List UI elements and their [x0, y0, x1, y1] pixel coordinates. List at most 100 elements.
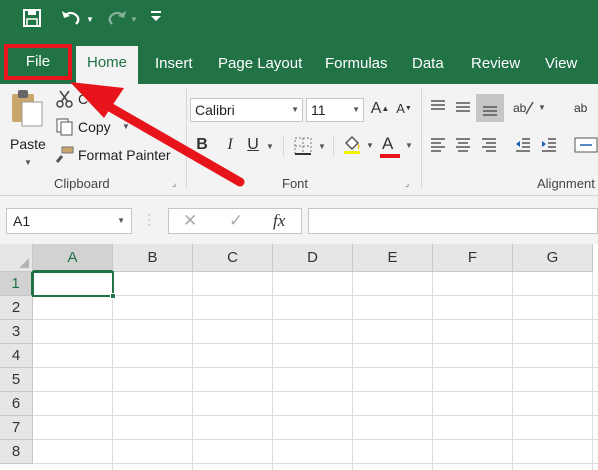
decrease-indent-icon: [516, 138, 530, 152]
align-right-button[interactable]: [480, 136, 500, 158]
active-cell[interactable]: [32, 271, 114, 297]
decrease-indent-button[interactable]: [514, 136, 534, 158]
chevron-down-icon: ▼: [24, 158, 32, 167]
bottom-align-button[interactable]: [476, 94, 504, 122]
select-all-button[interactable]: [0, 244, 33, 272]
cut-button[interactable]: C: [56, 88, 96, 112]
undo-icon[interactable]: [60, 8, 82, 32]
tab-formulas[interactable]: Formulas: [325, 52, 388, 76]
clipboard-group-label: Clipboard: [54, 176, 110, 191]
fill-handle[interactable]: [110, 293, 116, 299]
dialog-launcher-icon[interactable]: ⌟: [172, 178, 182, 188]
row-header-2[interactable]: 2: [0, 296, 33, 320]
row-header-6[interactable]: 6: [0, 392, 33, 416]
customize-qat-icon[interactable]: [150, 8, 164, 32]
align-center-icon: [456, 138, 470, 152]
tab-page-layout[interactable]: Page Layout: [218, 52, 302, 76]
tab-view[interactable]: View: [545, 52, 577, 76]
tab-review[interactable]: Review: [471, 52, 520, 76]
formula-buttons: ✕ ✓ fx: [168, 208, 302, 234]
row-header-5[interactable]: 5: [0, 368, 33, 392]
alignment-group-label: Alignment: [537, 176, 595, 191]
enter-icon[interactable]: ✓: [229, 211, 243, 231]
formula-input[interactable]: [308, 208, 598, 234]
redo-icon[interactable]: [106, 8, 128, 32]
name-box[interactable]: A1 ▼: [6, 208, 132, 234]
column-header-d[interactable]: D: [273, 244, 353, 272]
caret-up-icon: ▲: [381, 104, 390, 113]
font-group-label: Font: [282, 176, 309, 191]
paste-button[interactable]: Paste ▼: [6, 88, 50, 167]
grow-font-button[interactable]: A▲: [370, 98, 390, 122]
copy-button[interactable]: Copy ▼: [56, 116, 136, 140]
column-header-a[interactable]: A: [33, 244, 113, 272]
cell-area[interactable]: [33, 272, 598, 470]
merge-center-button[interactable]: [574, 136, 598, 158]
cancel-icon[interactable]: ✕: [183, 211, 197, 231]
grow-font-label: A: [370, 100, 382, 117]
font-color-button[interactable]: A ▼: [380, 134, 414, 158]
chevron-down-icon[interactable]: ▼: [86, 8, 96, 32]
paintbrush-icon: [56, 146, 74, 163]
column-header-e[interactable]: E: [353, 244, 433, 272]
column-header-b[interactable]: B: [113, 244, 193, 272]
bold-button[interactable]: B: [192, 134, 212, 158]
svg-text:ab: ab: [574, 101, 588, 115]
resize-grip-icon[interactable]: · · ·: [147, 208, 151, 230]
row-header-7[interactable]: 7: [0, 416, 33, 440]
dialog-launcher-icon[interactable]: ⌟: [405, 178, 415, 188]
copy-label: Copy: [78, 119, 111, 135]
italic-button[interactable]: I: [220, 134, 240, 158]
tab-file[interactable]: File: [4, 44, 72, 80]
column-header-f[interactable]: F: [433, 244, 513, 272]
borders-button[interactable]: ▼: [294, 137, 328, 157]
formula-bar: A1 ▼ · · · ✕ ✓ fx: [0, 196, 598, 244]
format-painter-button[interactable]: Format Painter: [56, 144, 180, 168]
underline-button[interactable]: U: [243, 134, 263, 158]
align-middle-icon: [456, 102, 470, 112]
chevron-down-icon: ▼: [366, 141, 374, 150]
increase-indent-button[interactable]: [540, 136, 560, 158]
increase-indent-icon: [542, 138, 556, 152]
chevron-down-icon: ▼: [318, 142, 326, 151]
scissors-icon: [56, 90, 73, 108]
ribbon-tabs: File Home Insert Page Layout Formulas Da…: [0, 40, 598, 84]
row-header-1[interactable]: 1: [0, 272, 33, 296]
group-divider: [186, 88, 187, 188]
orientation-button[interactable]: ab ▼: [512, 98, 548, 120]
save-icon[interactable]: [22, 8, 46, 32]
chevron-down-icon: ▼: [352, 105, 360, 114]
font-name-combo[interactable]: Calibri ▼: [190, 98, 303, 122]
caret-down-icon: ▼: [404, 105, 412, 112]
align-left-button[interactable]: [429, 136, 449, 158]
middle-align-button[interactable]: [454, 98, 474, 120]
chevron-down-icon[interactable]: ▼: [266, 142, 274, 151]
chevron-down-icon[interactable]: ▼: [130, 8, 140, 32]
wrap-text-button[interactable]: ab: [574, 98, 598, 120]
column-header-c[interactable]: C: [193, 244, 273, 272]
shrink-font-button[interactable]: A▼: [394, 98, 414, 122]
insert-function-button[interactable]: fx: [273, 211, 285, 231]
ribbon: Paste ▼ C Copy ▼ Format Painter Clipboar…: [0, 84, 598, 196]
paint-bucket-icon: [344, 135, 360, 154]
tab-home[interactable]: Home: [76, 46, 138, 84]
orientation-icon: ab: [513, 101, 534, 115]
tab-data[interactable]: Data: [412, 52, 444, 76]
format-painter-label: Format Painter: [78, 147, 171, 163]
chevron-down-icon: ▼: [538, 103, 546, 112]
row-header-4[interactable]: 4: [0, 344, 33, 368]
fill-color-button[interactable]: ▼: [342, 134, 376, 158]
worksheet-grid: A B C D E F G 1 2 3 4 5 6 7 8: [0, 244, 598, 470]
name-box-value: A1: [13, 213, 31, 229]
row-header-8[interactable]: 8: [0, 440, 33, 464]
font-size-combo[interactable]: 11 ▼: [306, 98, 364, 122]
copy-icon: [56, 118, 73, 136]
tab-insert[interactable]: Insert: [155, 52, 193, 76]
font-name-value: Calibri: [195, 102, 235, 118]
top-align-button[interactable]: [429, 98, 449, 120]
align-bottom-icon: [483, 106, 497, 116]
cut-label: C: [78, 91, 89, 107]
row-header-3[interactable]: 3: [0, 320, 33, 344]
align-center-button[interactable]: [454, 136, 474, 158]
column-header-g[interactable]: G: [513, 244, 593, 272]
